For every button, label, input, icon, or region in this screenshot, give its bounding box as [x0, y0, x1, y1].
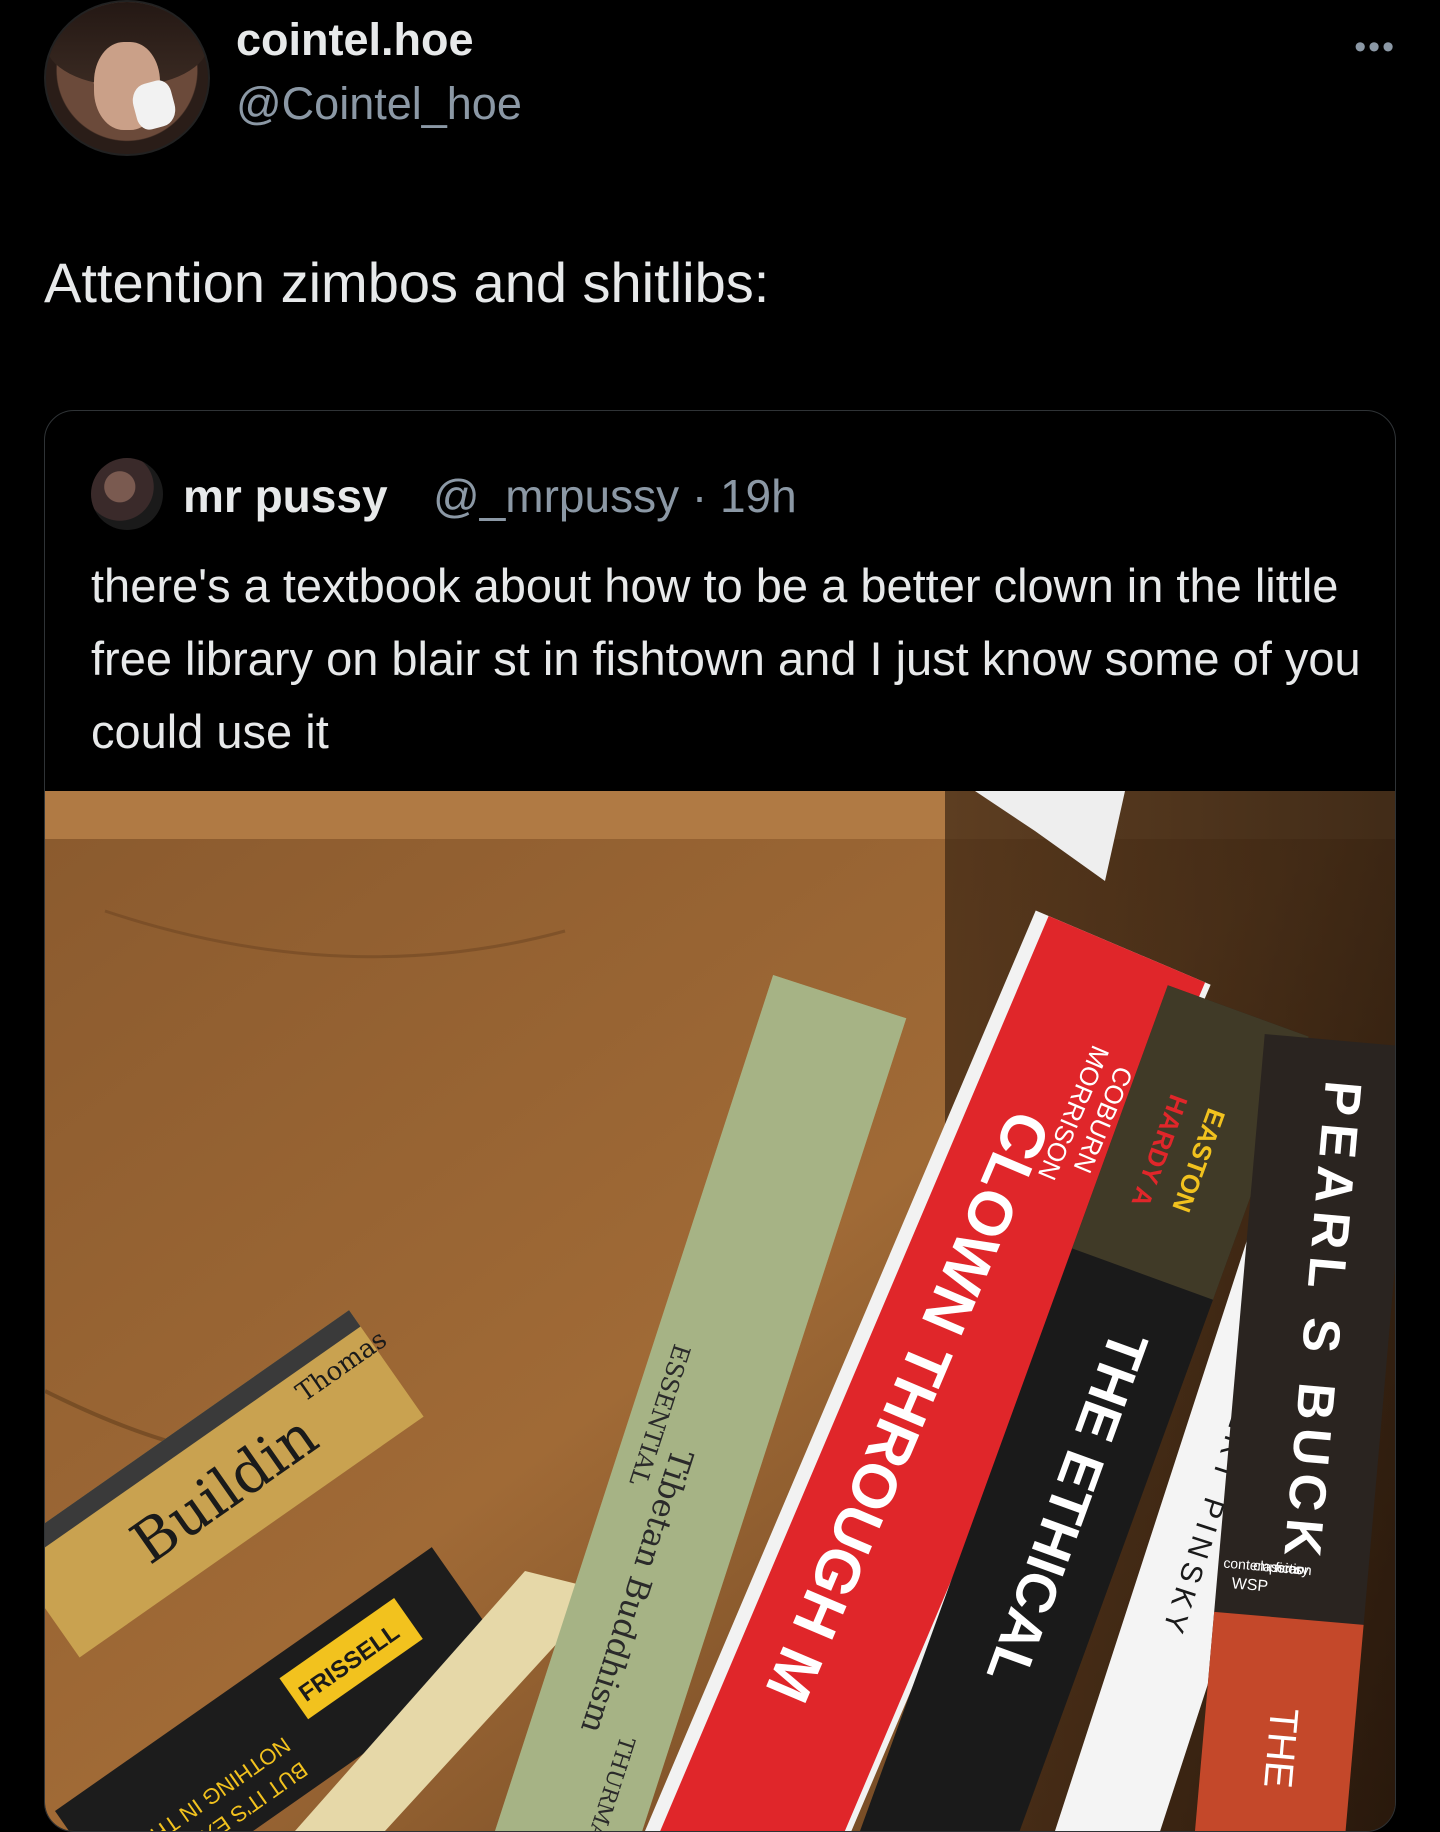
bookshelf-photo: Buildin Thomas FRISSELL NOTHING IN THIS …	[45, 791, 1395, 1831]
quoted-author-handle-time[interactable]: @_mrpussy · 19h	[433, 469, 797, 523]
author-handle[interactable]: @Cointel_hoe	[236, 78, 522, 130]
spine-the: THE	[1255, 1706, 1306, 1790]
author-display-name[interactable]: cointel.hoe	[236, 14, 474, 66]
quoted-tweet[interactable]: mr pussy @_mrpussy · 19h there's a textb…	[44, 410, 1396, 1832]
tweet-text: Attention zimbos and shitlibs:	[44, 251, 770, 314]
more-options-icon[interactable]: •••	[1354, 28, 1396, 67]
tweet-header: cointel.hoe @Cointel_hoe •••	[0, 0, 1440, 180]
quoted-author-avatar[interactable]	[91, 458, 163, 530]
quoted-tweet-photo[interactable]: Buildin Thomas FRISSELL NOTHING IN THIS …	[45, 791, 1395, 1831]
author-avatar[interactable]	[44, 0, 210, 156]
quoted-tweet-text: there's a textbook about how to be a bet…	[91, 559, 1361, 758]
spine-fiction: fiction	[1275, 1559, 1313, 1578]
quoted-author-name[interactable]: mr pussy	[183, 469, 388, 523]
spine-wsp: WSP	[1231, 1575, 1269, 1595]
